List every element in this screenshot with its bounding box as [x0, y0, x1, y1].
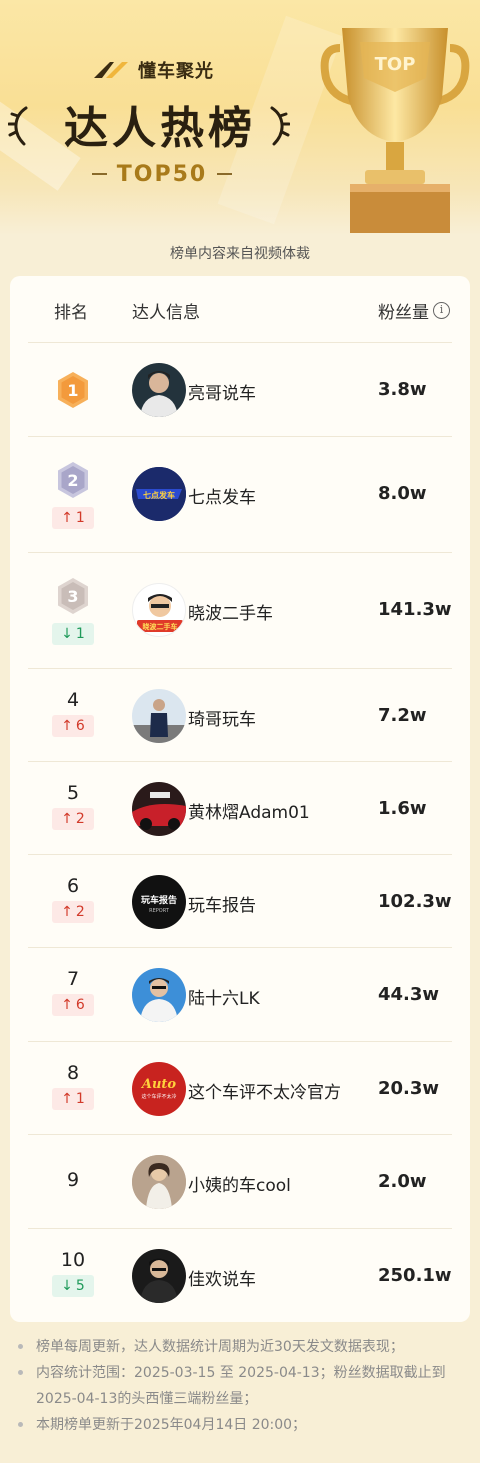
avatar[interactable] — [132, 363, 186, 417]
arrow-up-icon: ↑ — [61, 997, 73, 1013]
rank-number: 5 — [66, 782, 80, 804]
brand-name: 懂车聚光 — [138, 61, 214, 82]
trend-badge: ↑ 6 — [52, 994, 94, 1016]
svg-text:3: 3 — [67, 587, 78, 606]
arrow-up-icon: ↑ — [61, 718, 73, 734]
trend-badge: ↑ 6 — [52, 715, 94, 737]
rank-number: 9 — [66, 1169, 80, 1191]
avatar[interactable] — [132, 1249, 186, 1303]
svg-text:REPORT: REPORT — [149, 908, 170, 914]
trend-badge: ↓ 1 — [52, 623, 94, 645]
fans-count: 3.8w — [378, 379, 427, 400]
table-row[interactable]: 6 ↑ 2 玩车报告 REPORT 玩车报告 102.3w — [28, 854, 452, 947]
fans-count: 20.3w — [378, 1078, 440, 1099]
table-row[interactable]: 2 ↑ 1 七点发车 七点发车 8.0w — [28, 436, 452, 552]
rank-number: 4 — [66, 689, 80, 711]
creator-name[interactable]: 佳欢说车 — [188, 1265, 256, 1290]
rank-number: 7 — [66, 968, 80, 990]
table-row[interactable]: 10 ↓ 5 佳欢说车 250.1w — [28, 1228, 452, 1322]
svg-text:七点发车: 七点发车 — [143, 490, 175, 500]
svg-text:晓波二手车: 晓波二手车 — [143, 622, 178, 631]
trend-badge: ↑ 1 — [52, 1088, 94, 1110]
trend-badge: ↓ 5 — [52, 1275, 94, 1297]
creator-name[interactable]: 七点发车 — [188, 483, 256, 508]
arrow-down-icon: ↓ — [61, 626, 73, 642]
avatar[interactable] — [132, 689, 186, 743]
svg-text:2: 2 — [67, 471, 78, 490]
creator-name[interactable]: 黄林熠Adam01 — [188, 798, 310, 823]
header-info: 达人信息 — [132, 303, 200, 323]
avatar[interactable]: 玩车报告 REPORT — [132, 875, 186, 929]
avatar[interactable] — [132, 968, 186, 1022]
page-title: 达人热榜 — [64, 103, 256, 154]
fans-count: 1.6w — [378, 798, 427, 819]
arrow-up-icon: ↑ — [61, 811, 73, 827]
table-row[interactable]: 4 ↑ 6 琦哥玩车 7.2w — [28, 668, 452, 761]
svg-text:玩车报告: 玩车报告 — [141, 894, 177, 906]
top50-badge: TOP50 — [92, 160, 232, 188]
creator-name[interactable]: 小姨的车cool — [188, 1171, 291, 1196]
table-header: 排名 达人信息 粉丝量 i — [10, 276, 470, 342]
creator-name[interactable]: 亮哥说车 — [188, 379, 256, 404]
fans-count: 8.0w — [378, 483, 427, 504]
rank-number: 8 — [66, 1062, 80, 1084]
info-icon[interactable]: i — [433, 302, 450, 319]
fans-count: 250.1w — [378, 1265, 452, 1286]
rank-number: 10 — [60, 1249, 86, 1271]
laurel-right-icon — [270, 106, 290, 146]
svg-text:TOP: TOP — [375, 54, 416, 75]
fans-count: 141.3w — [378, 599, 452, 620]
trend-badge: ↑ 2 — [52, 901, 94, 923]
bronze-medal-icon: 3 — [58, 578, 88, 614]
fans-count: 7.2w — [378, 705, 427, 726]
avatar[interactable]: 七点发车 — [132, 467, 186, 521]
table-row[interactable]: 8 ↑ 1 Auto 这个车评不太冷 这个车评不太冷官方 20.3w — [28, 1041, 452, 1134]
rank-number: 6 — [66, 875, 80, 897]
avatar[interactable] — [132, 782, 186, 836]
ranking-table: 排名 达人信息 粉丝量 i 1 亮哥说车 3.8w 2 ↑ 1 七点发车 七点发… — [10, 276, 470, 1322]
silver-medal-icon: 2 — [58, 462, 88, 498]
brand-logo-icon — [94, 62, 128, 78]
svg-text:Auto: Auto — [140, 1077, 177, 1092]
creator-name[interactable]: 玩车报告 — [188, 891, 256, 916]
creator-name[interactable]: 晓波二手车 — [188, 599, 273, 624]
fans-count: 44.3w — [378, 984, 440, 1005]
trophy-icon: TOP — [320, 28, 470, 233]
table-row[interactable]: 1 亮哥说车 3.8w — [28, 342, 452, 436]
trend-badge: ↑ 1 — [52, 507, 94, 529]
fans-count: 2.0w — [378, 1171, 427, 1192]
table-row[interactable]: 9 小姨的车cool 2.0w — [28, 1134, 452, 1228]
table-row[interactable]: 7 ↑ 6 陆十六LK 44.3w — [28, 947, 452, 1041]
hero-banner: 懂车聚光 达人热榜 TOP50 TOP — [0, 0, 480, 235]
trend-badge: ↑ 2 — [52, 808, 94, 830]
gold-medal-icon: 1 — [58, 372, 88, 408]
table-row[interactable]: 5 ↑ 2 黄林熠Adam01 1.6w — [28, 761, 452, 854]
fans-count: 102.3w — [378, 891, 452, 912]
arrow-up-icon: ↑ — [61, 904, 73, 920]
avatar[interactable]: 晓波二手车 — [132, 583, 186, 637]
creator-name[interactable]: 陆十六LK — [188, 984, 260, 1009]
arrow-up-icon: ↑ — [61, 510, 73, 526]
brand: 懂车聚光 — [92, 55, 214, 85]
creator-name[interactable]: 这个车评不太冷官方 — [188, 1078, 341, 1103]
arrow-down-icon: ↓ — [61, 1278, 73, 1294]
table-row[interactable]: 3 ↓ 1 晓波二手车 晓波二手车 141.3w — [28, 552, 452, 668]
footnotes: 榜单每周更新，达人数据统计周期为近30天发文数据表现； 内容统计范围：2025-… — [14, 1334, 466, 1438]
laurel-left-icon — [8, 106, 28, 146]
arrow-up-icon: ↑ — [61, 1091, 73, 1107]
footnote-item: 本期榜单更新于2025年04月14日 20:00； — [14, 1412, 466, 1438]
svg-text:1: 1 — [67, 381, 78, 400]
footnote-item: 榜单每周更新，达人数据统计周期为近30天发文数据表现； — [14, 1334, 466, 1360]
header-fans: 粉丝量 i — [378, 298, 450, 323]
avatar[interactable] — [132, 1155, 186, 1209]
creator-name[interactable]: 琦哥玩车 — [188, 705, 256, 730]
subtitle: 榜单内容来自视频体裁 — [170, 246, 310, 262]
svg-text:这个车评不太冷: 这个车评不太冷 — [141, 1093, 176, 1100]
avatar[interactable]: Auto 这个车评不太冷 — [132, 1062, 186, 1116]
header-rank: 排名 — [54, 303, 88, 323]
footnote-item: 内容统计范围：2025-03-15 至 2025-04-13；粉丝数据取截止到2… — [14, 1360, 466, 1412]
